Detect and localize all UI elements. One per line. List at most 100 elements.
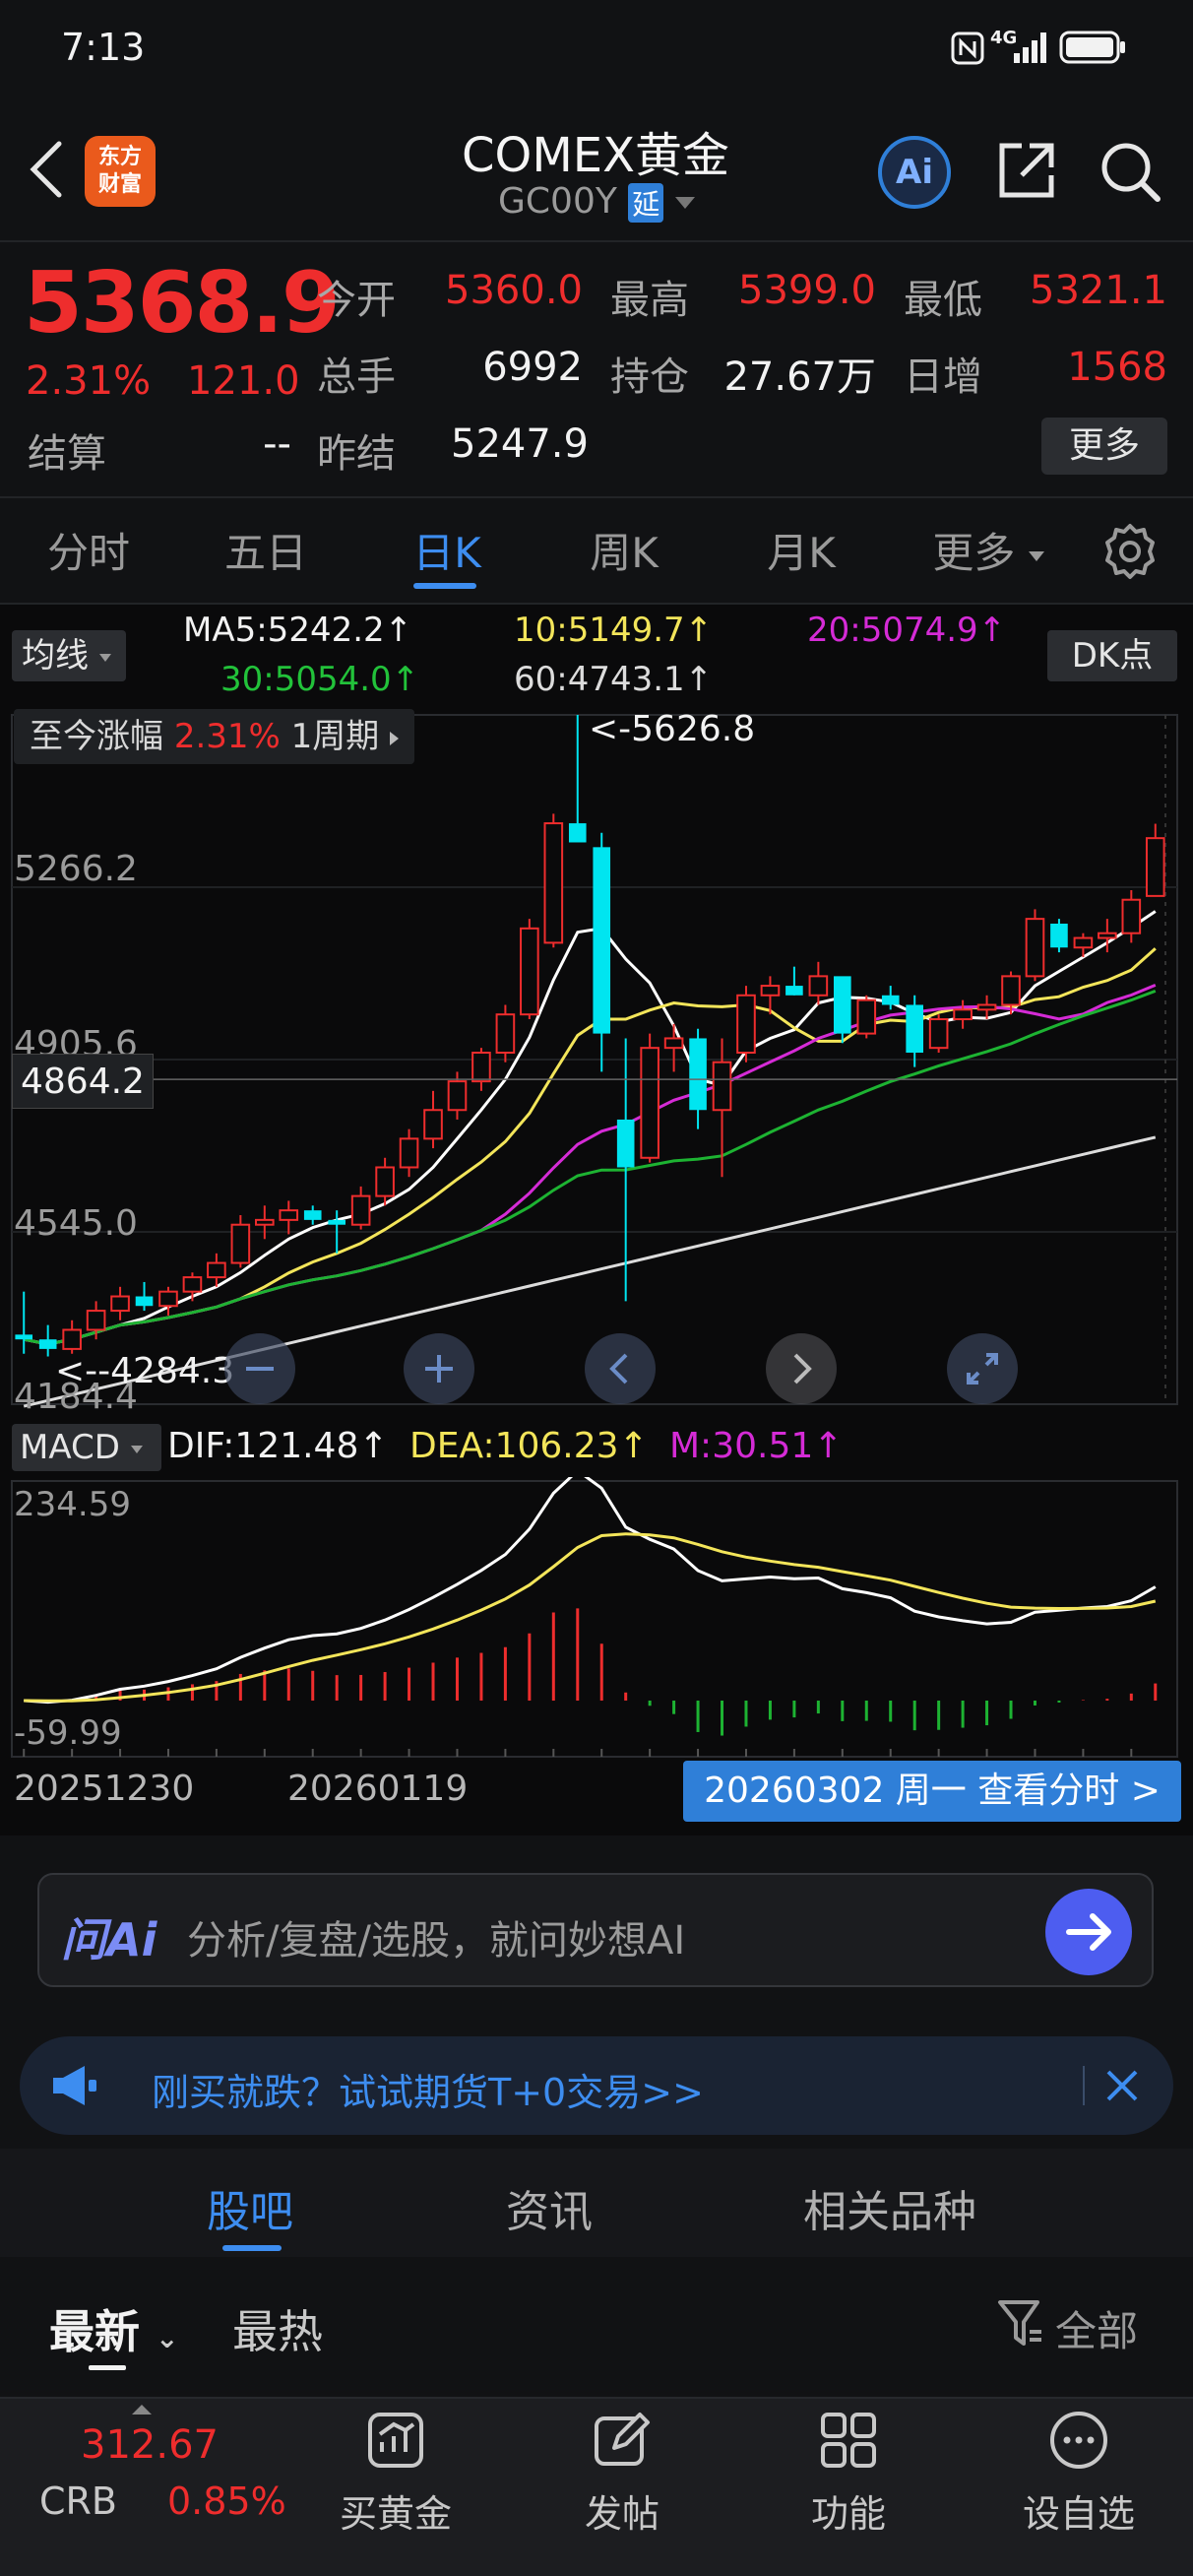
index-value[interactable]: 312.67 xyxy=(81,2422,219,2468)
tab-news[interactable]: 资讯 xyxy=(506,2176,593,2239)
caret-down-icon xyxy=(1028,550,1044,561)
low-value: 5321.1 xyxy=(1030,268,1167,313)
candle-body xyxy=(279,1209,299,1221)
bottom-item-watchlist[interactable]: 设自选 xyxy=(990,2483,1167,2538)
macd-dea-legend: DEA:106.23↑ xyxy=(409,1426,649,1466)
price-axis-label-3: 4545.0 xyxy=(14,1203,138,1244)
filter-all[interactable]: 全部 xyxy=(1055,2298,1138,2358)
scroll-right-button[interactable] xyxy=(766,1333,837,1404)
candle-body xyxy=(976,1003,997,1011)
bottom-item-functions[interactable]: 功能 xyxy=(760,2483,937,2538)
grid-icon[interactable] xyxy=(817,2409,880,2472)
ai-button[interactable]: Ai xyxy=(878,136,951,209)
app-logo: 东方 财富 xyxy=(85,136,156,207)
tab-monthly-k[interactable]: 月K xyxy=(752,520,850,580)
close-icon[interactable] xyxy=(1100,2064,1144,2107)
period-length: 1周期 xyxy=(290,717,380,756)
sort-hot[interactable]: 最热 xyxy=(232,2296,323,2361)
candle-body xyxy=(1121,898,1142,934)
period-change-label: 至今涨幅 xyxy=(30,717,163,756)
date-axis-label-2: 20260119 xyxy=(287,1769,469,1809)
dk-button-label: DK点 xyxy=(1071,636,1154,676)
period-change-value: 2.31% xyxy=(173,717,281,756)
candle-body xyxy=(1025,918,1045,978)
ma-selector[interactable]: 均线 xyxy=(12,630,126,681)
tab-daily-k[interactable]: 日K xyxy=(398,520,496,580)
more-dots-icon[interactable] xyxy=(1047,2409,1110,2472)
ma30-legend: 30:5054.0↑ xyxy=(220,660,420,699)
more-button-label: 更多 xyxy=(1068,425,1140,466)
chart-up-icon[interactable] xyxy=(364,2409,427,2472)
candle-body xyxy=(689,1038,707,1111)
sort-latest[interactable]: 最新 ⌄ xyxy=(49,2296,178,2361)
tab-more[interactable]: 更多 xyxy=(929,520,1047,580)
index-change[interactable]: 0.85% xyxy=(167,2479,286,2523)
high-marker-label: <-5626.8 xyxy=(589,709,756,749)
megaphone-icon xyxy=(47,2062,102,2109)
macd-chart[interactable] xyxy=(0,1477,1193,1763)
price-axis-label-1: 5266.2 xyxy=(14,849,138,889)
prev-settle-label: 昨结 xyxy=(317,431,396,477)
caret-right-icon xyxy=(390,731,400,745)
gear-icon[interactable] xyxy=(1100,522,1160,581)
tab-intraday[interactable]: 分时 xyxy=(39,520,138,580)
tab-guba[interactable]: 股吧 xyxy=(207,2176,293,2239)
index-name[interactable]: CRB xyxy=(39,2479,117,2523)
candle-body xyxy=(906,1004,923,1054)
tab-weekly-k[interactable]: 周K xyxy=(575,520,673,580)
more-button[interactable]: 更多 xyxy=(1041,418,1167,475)
candle-body xyxy=(399,1137,419,1169)
ai-input-bar[interactable]: 问Ai 分析/复盘/选股，就问妙想AI xyxy=(37,1873,1154,1987)
caret-down-icon xyxy=(130,1445,143,1453)
candle-body xyxy=(375,1166,395,1197)
contract-code[interactable]: GC00Y 延 xyxy=(498,181,695,223)
dk-button[interactable]: DK点 xyxy=(1047,630,1177,681)
divider xyxy=(0,496,1193,498)
candlestick-chart[interactable] xyxy=(0,705,1193,1414)
candle-body xyxy=(834,976,851,1034)
low-label: 最低 xyxy=(904,278,982,323)
macd-dif-legend: DIF:121.48↑ xyxy=(167,1426,389,1466)
contract-code-text: GC00Y xyxy=(498,181,617,222)
caret-up-icon xyxy=(132,2405,152,2415)
arrow-right-icon xyxy=(1066,1913,1111,1951)
ma10-legend: 10:5149.7↑ xyxy=(514,611,714,650)
bottom-item-post[interactable]: 发帖 xyxy=(534,2483,711,2538)
selected-date-button[interactable]: 20260302 周一 查看分时 > xyxy=(683,1761,1181,1822)
bottom-item-buy-gold[interactable]: 买黄金 xyxy=(307,2483,484,2538)
open-interest-label: 持仓 xyxy=(610,354,689,400)
open-label: 今开 xyxy=(317,278,396,323)
macd-selector-label: MACD xyxy=(20,1428,120,1467)
edit-icon[interactable] xyxy=(591,2409,654,2472)
caret-down-icon xyxy=(98,653,111,662)
candle-body xyxy=(953,1008,973,1021)
filter-icon[interactable] xyxy=(996,2296,1045,2350)
candle-body xyxy=(1098,932,1117,939)
zoom-in-button[interactable] xyxy=(404,1333,474,1404)
ma60-legend: 60:4743.1↑ xyxy=(514,660,714,699)
scroll-left-button[interactable] xyxy=(585,1333,656,1404)
back-icon[interactable] xyxy=(22,138,71,201)
candle-body xyxy=(881,995,900,1005)
macd-dif-line xyxy=(24,1477,1157,1705)
daily-increase-value: 1568 xyxy=(1067,345,1167,390)
period-change-badge[interactable]: 至今涨幅 2.31% 1周期 xyxy=(14,709,415,764)
macd-axis-top: 234.59 xyxy=(14,1485,131,1524)
zoom-out-button[interactable] xyxy=(224,1333,295,1404)
share-icon[interactable] xyxy=(994,138,1059,203)
page-title: COMEX黄金 xyxy=(462,128,729,183)
tab-active-indicator xyxy=(413,583,476,589)
section-tab-indicator xyxy=(222,2245,282,2251)
ai-send-button[interactable] xyxy=(1045,1889,1132,1975)
candle-body xyxy=(158,1290,178,1308)
search-icon[interactable] xyxy=(1097,138,1163,205)
candle-body xyxy=(712,1061,732,1112)
app-root: 7:13 4G 东方 财富 COMEX黄金 GC00Y 延 Ai 5368.9 … xyxy=(0,0,1193,2576)
macd-frame xyxy=(11,1480,1178,1758)
macd-selector[interactable]: MACD xyxy=(12,1424,161,1471)
signal-icon xyxy=(994,30,1051,65)
fullscreen-button[interactable] xyxy=(947,1333,1018,1404)
tab-five-day[interactable]: 五日 xyxy=(217,520,315,580)
tab-related[interactable]: 相关品种 xyxy=(803,2176,976,2239)
promo-banner[interactable]: 刚买就跌？试试期货T+0交易>> xyxy=(20,2036,1173,2135)
